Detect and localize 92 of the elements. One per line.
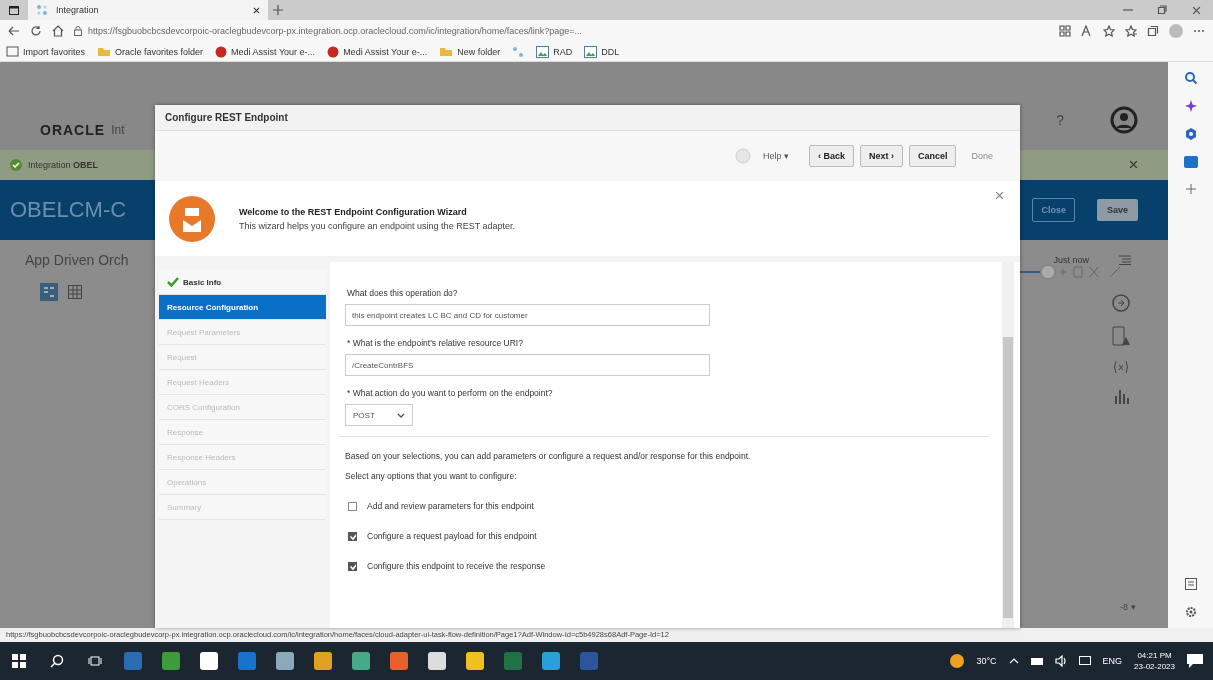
chevron-icon [397, 412, 405, 418]
restore-icon[interactable] [1157, 5, 1167, 15]
prompt-text: Select any options that you want to configure: [345, 471, 518, 481]
canvas-view-icon[interactable] [40, 283, 58, 301]
bookmark[interactable]: DDL [584, 45, 620, 58]
welcome-title: Welcome to the REST Endpoint Configuration Wizard [239, 206, 468, 217]
document-warning-icon[interactable] [1112, 326, 1130, 346]
bookmark[interactable]: Import favorites [6, 46, 86, 57]
user-avatar-icon[interactable] [1110, 106, 1138, 134]
bookmark[interactable]: Medi Assist Your e-... [215, 45, 316, 58]
oracle-logo: ORACLE [40, 122, 106, 138]
saved-time: Just now [1053, 255, 1089, 265]
integration-icon [36, 4, 48, 16]
folder-icon [439, 46, 454, 57]
more-icon[interactable] [1193, 29, 1205, 33]
product-name: Int [111, 123, 125, 137]
settings-icon[interactable] [1184, 606, 1197, 618]
bookmark[interactable]: New folder [439, 46, 501, 57]
site-icon [327, 45, 340, 58]
help-menu[interactable]: Help ▾ [762, 151, 789, 161]
browser-tab[interactable]: Integration [28, 0, 268, 20]
variable-icon[interactable] [1112, 360, 1130, 374]
integration-title: OBELCM-C [10, 197, 127, 223]
success-icon [10, 159, 22, 171]
lock-icon [74, 26, 82, 36]
tab-title: Integration [56, 5, 100, 15]
save-button[interactable]: Save [1096, 199, 1138, 221]
window-icon[interactable] [9, 5, 19, 15]
question-label: What does this operation do? [347, 288, 459, 298]
question-label: * What is the endpoint's relative resource URI? [347, 338, 524, 348]
bookmark[interactable]: Medi Assist Your e-... [327, 45, 428, 58]
wizard-step[interactable]: Resource Configuration [159, 295, 326, 320]
input-field[interactable]: this endpoint creates LC BC and CD for customer [345, 304, 710, 326]
clock[interactable]: 04:21 PM 23-02-2023 [1134, 651, 1175, 671]
grid-icon[interactable] [68, 285, 82, 299]
refresh-icon[interactable] [30, 25, 42, 37]
notification-icon[interactable] [1187, 654, 1203, 668]
grid-icon[interactable] [1059, 25, 1071, 37]
new-tab-icon[interactable] [273, 5, 283, 15]
image-icon [584, 45, 598, 58]
folder-icon [97, 46, 112, 57]
chart-icon[interactable] [1114, 388, 1130, 404]
target-icon[interactable] [1112, 294, 1130, 312]
bookmark[interactable]: Oracle favorites folder [97, 46, 204, 57]
close-icon[interactable] [1191, 5, 1201, 15]
checkbox[interactable] [348, 531, 357, 541]
hexagon-icon[interactable] [1184, 128, 1197, 140]
checkbox[interactable] [348, 561, 357, 571]
battery-icon[interactable] [1030, 657, 1043, 665]
network-icon[interactable] [1078, 656, 1091, 666]
scrollbar[interactable] [1002, 262, 1014, 628]
language-indicator[interactable]: ENG [1102, 656, 1123, 666]
image-icon [536, 45, 550, 58]
minimize-icon[interactable] [1123, 6, 1133, 14]
input-field[interactable]: /CreateContrBFS [345, 354, 710, 376]
banner-message: Integration OBEL [28, 160, 99, 170]
checkbox[interactable] [348, 501, 357, 511]
pattern-label: App Driven Orch [25, 252, 129, 268]
text-size-icon[interactable] [1081, 25, 1093, 37]
site-icon [215, 45, 228, 58]
bookmark[interactable]: RAD [536, 45, 573, 58]
option-label: Add and review parameters for this endpoint [367, 501, 534, 511]
welcome-text: This wizard helps you configure an endpoint using the REST adapter. [239, 220, 515, 231]
wizard-button[interactable]: ‹ Back [808, 145, 854, 167]
address-field[interactable]: https://fsgbuobcbcsdevcorpoic-oraclegbudevcorp-px.integration.ocp.oraclecloud.com/ic/integration/home/faces/link?page=... [88, 26, 583, 36]
windows-start-icon[interactable] [12, 654, 26, 668]
collections-icon[interactable] [1147, 25, 1159, 37]
temperature[interactable]: 30°C [976, 656, 997, 666]
chevron-icon[interactable] [1008, 658, 1019, 664]
wizard-button[interactable]: Cancel [908, 145, 957, 167]
wizard-button[interactable]: Next › [859, 145, 903, 167]
back-icon[interactable] [8, 25, 20, 37]
speaker-icon[interactable] [1054, 655, 1067, 667]
sparkle-icon[interactable] [1184, 100, 1197, 112]
info-text: Based on your selections, you can add parameters or configure a request and/or response for this endpoint. [345, 451, 752, 461]
task-view-icon[interactable] [88, 655, 102, 667]
search-icon[interactable] [50, 654, 64, 668]
close-icon[interactable] [1129, 160, 1138, 169]
method-dropdown[interactable]: POST [345, 404, 413, 426]
option-label: Configure a request payload for this endpoint [367, 531, 537, 541]
add-icon[interactable] [1185, 184, 1196, 194]
favorites-icon[interactable] [1125, 25, 1137, 37]
star-icon[interactable] [1103, 25, 1115, 37]
question-label: * What action do you want to perform on the endpoint? [347, 388, 554, 398]
option-label: Configure this endpoint to receive the response [367, 561, 546, 571]
close-icon[interactable] [253, 6, 260, 14]
weather-icon[interactable] [950, 654, 965, 668]
list-icon[interactable] [1119, 255, 1131, 265]
sidebar-icon[interactable] [1184, 578, 1197, 590]
wizard-icon [169, 195, 215, 242]
home-icon[interactable] [52, 25, 64, 37]
dialog-title: Configure REST Endpoint [165, 112, 288, 123]
